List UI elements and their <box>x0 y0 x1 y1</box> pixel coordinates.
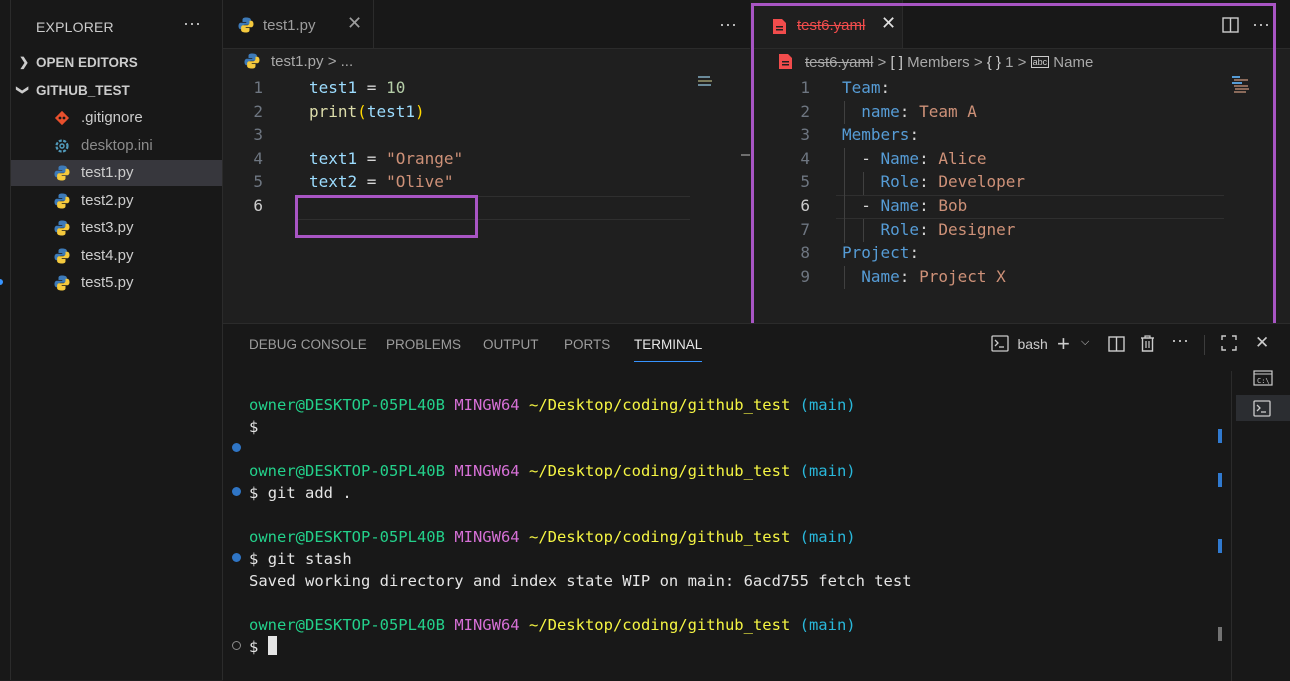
chevron-right-icon: ❯ <box>19 55 30 69</box>
command-decoration[interactable] <box>232 443 241 452</box>
folder-section-github-test[interactable]: ❯ GITHUB_TEST <box>11 80 222 102</box>
highlight-box-right <box>751 3 1276 328</box>
editor-left: test1.py ✕ ··· test1.py > ... 1 2 3 4 5 … <box>223 0 750 322</box>
chevron-down-icon: ❯ <box>16 84 31 96</box>
shell-name: bash <box>1017 336 1048 352</box>
line-number: 3 <box>253 125 263 145</box>
file-name: desktop.ini <box>81 137 153 154</box>
command-decoration[interactable] <box>232 641 241 650</box>
terminal-input-line[interactable]: $ <box>249 636 277 658</box>
explorer-sidebar: EXPLORER ··· ❯ OPEN EDITORS ❯ GITHUB_TES… <box>11 0 223 680</box>
line-number: 1 <box>253 78 263 97</box>
python-icon <box>54 193 70 209</box>
line-number: 6 <box>253 196 263 215</box>
toolbar-divider <box>1204 335 1205 355</box>
file-name: test5.py <box>81 274 134 291</box>
chevron-right-icon: > <box>327 53 337 70</box>
scrollbar-mark <box>1218 429 1222 443</box>
terminal-output-line: Saved working directory and index state … <box>249 572 912 590</box>
close-panel-icon[interactable]: ✕ <box>1255 333 1269 353</box>
file-item-test3[interactable]: test3.py <box>11 215 222 241</box>
file-item-test1[interactable]: test1.py <box>11 160 222 186</box>
trash-icon[interactable] <box>1140 335 1155 357</box>
command-decoration[interactable] <box>232 553 241 562</box>
file-item-gitignore[interactable]: .gitignore <box>11 105 222 131</box>
file-name: test3.py <box>81 219 134 236</box>
open-editors-section[interactable]: ❯ OPEN EDITORS <box>11 52 222 74</box>
breadcrumb-file[interactable]: test1.py <box>271 53 324 70</box>
python-icon <box>54 248 70 264</box>
maximize-panel-icon[interactable] <box>1221 335 1237 356</box>
terminal-prompt-line: owner@DESKTOP-05PL40B MINGW64 ~/Desktop/… <box>249 616 856 634</box>
tab-terminal[interactable]: TERMINAL <box>634 337 703 362</box>
file-name: test2.py <box>81 192 134 209</box>
tab-output[interactable]: OUTPUT <box>483 337 539 352</box>
tab-debug-console[interactable]: DEBUG CONSOLE <box>249 337 367 352</box>
scrollbar-mark <box>1218 539 1222 553</box>
line-number: 5 <box>253 172 263 192</box>
tab-label: test1.py <box>263 17 316 34</box>
terminal-prompt-line: owner@DESKTOP-05PL40B MINGW64 ~/Desktop/… <box>249 462 856 480</box>
highlight-box-left <box>295 195 478 238</box>
command-decoration[interactable] <box>232 487 241 496</box>
terminal-tabs-divider <box>1231 371 1232 681</box>
terminal-prompt-line: owner@DESKTOP-05PL40B MINGW64 ~/Desktop/… <box>249 528 856 546</box>
python-icon <box>54 275 70 291</box>
terminal-cursor <box>267 636 277 655</box>
new-terminal-icon[interactable]: + <box>1057 331 1070 357</box>
python-icon <box>244 53 260 69</box>
git-icon <box>54 110 70 126</box>
bottom-panel: DEBUG CONSOLE PROBLEMS OUTPUT PORTS TERM… <box>223 323 1290 681</box>
gear-icon <box>55 139 69 153</box>
file-item-desktop-ini[interactable]: desktop.ini <box>11 133 222 159</box>
activity-indicator <box>0 279 3 285</box>
tab-ports[interactable]: PORTS <box>564 337 610 352</box>
code-line: text2 = "Olive" <box>309 172 454 192</box>
terminal-command-line: $ <box>249 418 259 436</box>
folder-label: GITHUB_TEST <box>36 83 130 98</box>
open-editors-label: OPEN EDITORS <box>36 55 138 70</box>
terminal-command-line: $ git add . <box>249 484 352 502</box>
file-item-test4[interactable]: test4.py <box>11 243 222 269</box>
terminal-prompt-line: owner@DESKTOP-05PL40B MINGW64 ~/Desktop/… <box>249 396 856 414</box>
explorer-more-icon[interactable]: ··· <box>183 13 201 34</box>
python-icon <box>238 17 254 33</box>
code-line: text1 = "Orange" <box>309 148 464 168</box>
file-name: test1.py <box>81 164 134 181</box>
python-icon <box>54 165 70 181</box>
split-terminal-icon[interactable] <box>1108 336 1125 357</box>
line-number: 4 <box>253 148 263 168</box>
tab-problems[interactable]: PROBLEMS <box>386 337 461 352</box>
line-number: 2 <box>253 101 263 121</box>
file-name: .gitignore <box>81 109 143 126</box>
chevron-down-icon[interactable]: ⌵ <box>1081 336 1089 349</box>
terminal-icon <box>1253 400 1271 417</box>
more-actions-icon[interactable]: ··· <box>719 14 737 35</box>
tab-test1-py[interactable]: test1.py ✕ <box>223 0 374 48</box>
svg-text:C:\: C:\ <box>1257 377 1270 385</box>
editor-tabbar: test1.py ✕ ··· <box>223 0 750 49</box>
terminal-icon <box>991 335 1009 352</box>
minimap[interactable] <box>698 76 714 86</box>
terminal-list-item-bash[interactable] <box>1236 395 1290 421</box>
file-name: test4.py <box>81 247 134 264</box>
scrollbar-mark <box>1218 473 1222 487</box>
cmd-terminal-icon: C:\ <box>1253 370 1273 386</box>
close-icon[interactable]: ✕ <box>347 13 362 34</box>
terminal-shell-selector[interactable]: bash <box>991 335 1048 354</box>
terminal-command-line: $ git stash <box>249 550 352 568</box>
activity-bar <box>0 0 11 680</box>
file-item-test2[interactable]: test2.py <box>11 188 222 214</box>
code-line: print(test1) <box>309 101 425 121</box>
breadcrumb-more[interactable]: ... <box>341 53 354 70</box>
more-actions-icon[interactable]: ··· <box>1171 330 1189 351</box>
explorer-title: EXPLORER <box>36 19 114 35</box>
file-item-test5[interactable]: test5.py <box>11 270 222 296</box>
sash[interactable] <box>741 154 750 156</box>
scrollbar-mark <box>1218 627 1222 641</box>
terminal-list-item-cmd[interactable]: C:\ <box>1253 370 1277 390</box>
code-line: test1 = 10 <box>309 78 406 97</box>
python-icon <box>54 220 70 236</box>
